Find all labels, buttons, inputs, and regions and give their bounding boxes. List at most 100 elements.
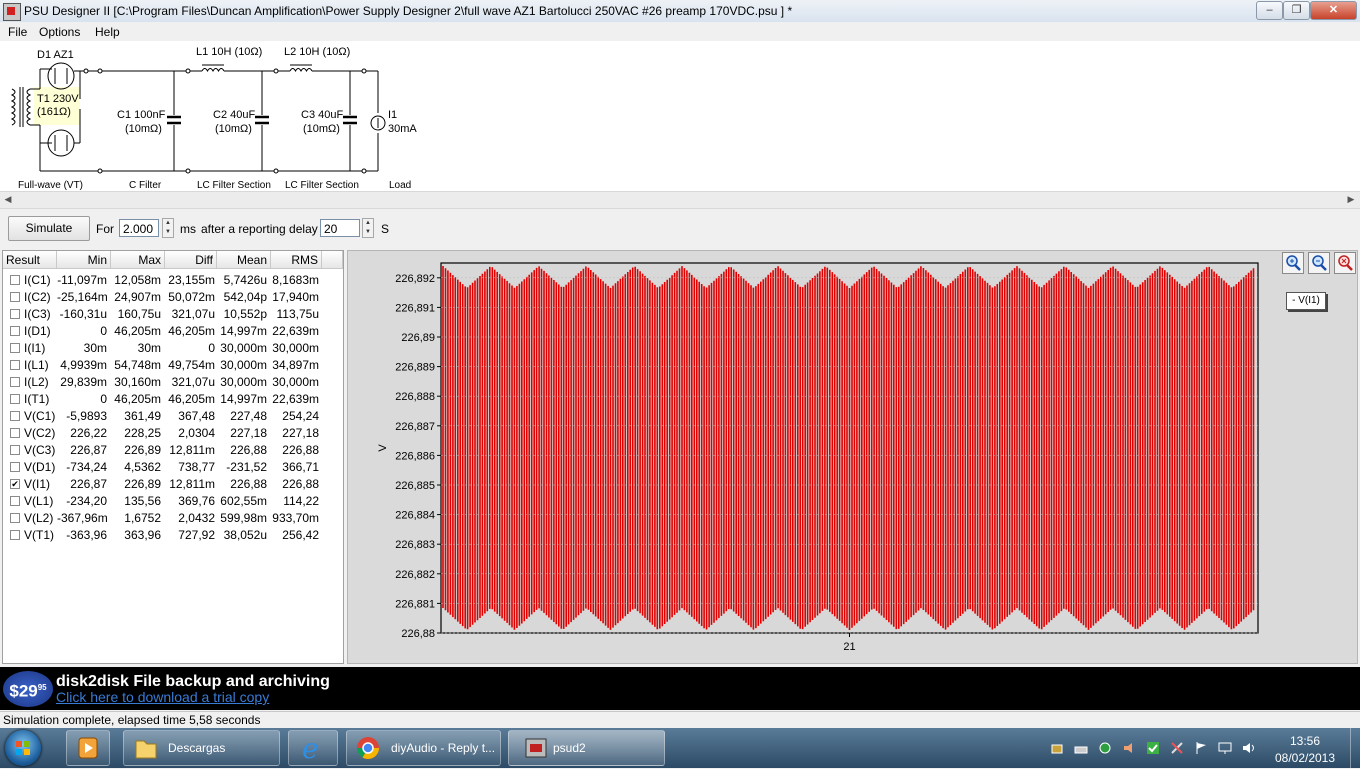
voltage-chart[interactable]: 226,892 226,891 226,89 226,889 226,888 226,88… bbox=[348, 251, 1357, 663]
col-rms[interactable]: RMS bbox=[271, 251, 322, 269]
row-checkbox[interactable] bbox=[10, 513, 20, 523]
table-row[interactable]: V(D1) -734,24 4,5362 738,77 -231,52 366,71 bbox=[3, 459, 343, 476]
row-checkbox[interactable] bbox=[10, 292, 20, 302]
taskbar-explorer[interactable]: Descargas bbox=[123, 730, 280, 766]
col-diff[interactable]: Diff bbox=[165, 251, 217, 269]
maximize-button[interactable]: ❐ bbox=[1283, 1, 1310, 20]
close-button[interactable]: ✕ bbox=[1310, 1, 1357, 20]
col-result[interactable]: Result bbox=[3, 251, 57, 269]
cell-min: -363,96 bbox=[66, 528, 107, 542]
tray-network-icon[interactable] bbox=[1218, 741, 1232, 755]
show-desktop-button[interactable] bbox=[1350, 728, 1360, 768]
tray-flag-icon[interactable] bbox=[1194, 741, 1208, 755]
taskbar-psud2[interactable]: psud2 bbox=[508, 730, 665, 766]
row-checkbox[interactable] bbox=[10, 462, 20, 472]
row-checkbox[interactable] bbox=[10, 411, 20, 421]
scroll-right-icon[interactable]: ▶ bbox=[1344, 193, 1358, 206]
capacitor-c3[interactable] bbox=[343, 115, 357, 125]
tray-tools-icon[interactable] bbox=[1170, 741, 1184, 755]
col-max[interactable]: Max bbox=[111, 251, 165, 269]
tray-battery-icon[interactable] bbox=[1050, 741, 1064, 755]
taskbar-media-player[interactable] bbox=[66, 730, 110, 766]
table-row[interactable]: I(D1) 0 46,205m 46,205m 14,997m 22,639m bbox=[3, 323, 343, 340]
cell-rms: 226,88 bbox=[282, 443, 319, 457]
zoom-out-icon[interactable] bbox=[1308, 252, 1330, 274]
delay-input[interactable]: 20 bbox=[320, 219, 360, 237]
table-row[interactable]: I(C2) -25,164m 24,907m 50,072m 542,04p 17,940… bbox=[3, 289, 343, 306]
delay-label: after a reporting delay of bbox=[201, 222, 332, 236]
table-row[interactable]: V(L1) -234,20 135,56 369,76 602,55m 114,22 bbox=[3, 493, 343, 510]
table-row[interactable]: I(I1) 30m 30m 0 30,000m 30,000m bbox=[3, 340, 343, 357]
taskbar-ie[interactable]: e bbox=[288, 730, 338, 766]
table-row[interactable]: I(C3) -160,31u 160,75u 321,07u 10,552p 113,75… bbox=[3, 306, 343, 323]
row-checkbox[interactable]: ✔ bbox=[10, 479, 20, 489]
clock-time[interactable]: 13:56 bbox=[1270, 734, 1340, 748]
schematic-scrollbar[interactable]: ◀ ▶ bbox=[0, 191, 1360, 209]
cell-max: 226,89 bbox=[124, 477, 161, 491]
table-row[interactable]: V(C2) 226,22 228,25 2,0304 227,18 227,18 bbox=[3, 425, 343, 442]
tray-sync-icon[interactable] bbox=[1098, 741, 1112, 755]
section-label-lc2: LC Filter Section bbox=[285, 180, 359, 191]
inductor-l1[interactable] bbox=[201, 64, 225, 73]
duration-input[interactable]: 2.000 bbox=[119, 219, 159, 237]
table-row[interactable]: V(C3) 226,87 226,89 12,811m 226,88 226,88 bbox=[3, 442, 343, 459]
row-checkbox[interactable] bbox=[10, 530, 20, 540]
capacitor-c1[interactable] bbox=[167, 115, 181, 125]
y-tick-label: 226,883 bbox=[395, 539, 435, 551]
tray-check-icon[interactable] bbox=[1146, 741, 1160, 755]
col-min[interactable]: Min bbox=[57, 251, 111, 269]
table-row[interactable]: I(C1) -11,097m 12,058m 23,155m 5,7426u 8,1683… bbox=[3, 272, 343, 289]
table-row[interactable]: V(C1) -5,9893 361,49 367,48 227,48 254,24 bbox=[3, 408, 343, 425]
table-row[interactable]: I(T1) 0 46,205m 46,205m 14,997m 22,639m bbox=[3, 391, 343, 408]
row-checkbox[interactable] bbox=[10, 428, 20, 438]
start-button[interactable] bbox=[5, 730, 41, 766]
rectifier-tube-bottom[interactable] bbox=[40, 129, 75, 157]
tray-speaker-icon[interactable] bbox=[1122, 741, 1136, 755]
row-checkbox[interactable] bbox=[10, 377, 20, 387]
row-checkbox[interactable] bbox=[10, 360, 20, 370]
table-row[interactable]: V(T1) -363,96 363,96 727,92 38,052u 256,42 bbox=[3, 527, 343, 544]
seconds-label: S bbox=[381, 222, 390, 236]
zoom-reset-icon[interactable] bbox=[1334, 252, 1356, 274]
capacitor-c2[interactable] bbox=[255, 115, 269, 125]
app-icon[interactable] bbox=[3, 3, 21, 21]
cell-rms: 17,940m bbox=[272, 290, 319, 304]
row-checkbox[interactable] bbox=[10, 343, 20, 353]
inductor-l2[interactable] bbox=[289, 64, 313, 73]
row-checkbox[interactable] bbox=[10, 496, 20, 506]
menu-options[interactable]: Options bbox=[39, 25, 80, 39]
table-row[interactable]: I(L2) 29,839m 30,160m 321,07u 30,000m 30,000m bbox=[3, 374, 343, 391]
tray-device-icon[interactable] bbox=[1074, 741, 1088, 755]
delay-spinner-icon[interactable]: ▲ ▼ bbox=[362, 218, 374, 238]
section-label-load: Load bbox=[389, 180, 412, 191]
zoom-in-icon[interactable] bbox=[1282, 252, 1304, 274]
menu-help[interactable]: Help bbox=[95, 25, 120, 39]
table-row[interactable]: V(L2) -367,96m 1,6752 2,0432 599,98m 933,70m bbox=[3, 510, 343, 527]
minimize-button[interactable]: – bbox=[1256, 1, 1283, 20]
row-checkbox[interactable] bbox=[10, 394, 20, 404]
menu-file[interactable]: File bbox=[8, 25, 27, 39]
psud2-icon bbox=[525, 738, 547, 758]
c3-label: C3 40uF bbox=[301, 109, 344, 121]
duration-spinner-icon[interactable]: ▲ ▼ bbox=[162, 218, 174, 238]
c3-esr-label: (10mΩ) bbox=[303, 123, 340, 135]
ad-download-link[interactable]: Click here to download a trial copy bbox=[56, 689, 269, 705]
t1-resistance-label: (161Ω) bbox=[37, 106, 71, 118]
tray-volume-icon[interactable] bbox=[1242, 741, 1256, 755]
row-checkbox[interactable] bbox=[10, 309, 20, 319]
row-checkbox[interactable] bbox=[10, 445, 20, 455]
row-checkbox[interactable] bbox=[10, 275, 20, 285]
col-mean[interactable]: Mean bbox=[217, 251, 271, 269]
simulate-button[interactable]: Simulate bbox=[8, 216, 90, 241]
cell-max: 12,058m bbox=[114, 273, 161, 287]
internet-explorer-icon: e bbox=[302, 732, 319, 765]
clock-date[interactable]: 08/02/2013 bbox=[1270, 751, 1340, 765]
rectifier-tube-top[interactable] bbox=[40, 62, 75, 90]
current-source-i1[interactable] bbox=[370, 115, 386, 131]
table-row[interactable]: ✔ V(I1) 226,87 226,89 12,811m 226,88 226,88 bbox=[3, 476, 343, 493]
scroll-left-icon[interactable]: ◀ bbox=[1, 193, 15, 206]
table-row[interactable]: I(L1) 4,9939m 54,748m 49,754m 30,000m 34,897m bbox=[3, 357, 343, 374]
cell-diff: 321,07u bbox=[171, 375, 215, 389]
taskbar-chrome[interactable]: diyAudio - Reply t... bbox=[346, 730, 501, 766]
row-checkbox[interactable] bbox=[10, 326, 20, 336]
